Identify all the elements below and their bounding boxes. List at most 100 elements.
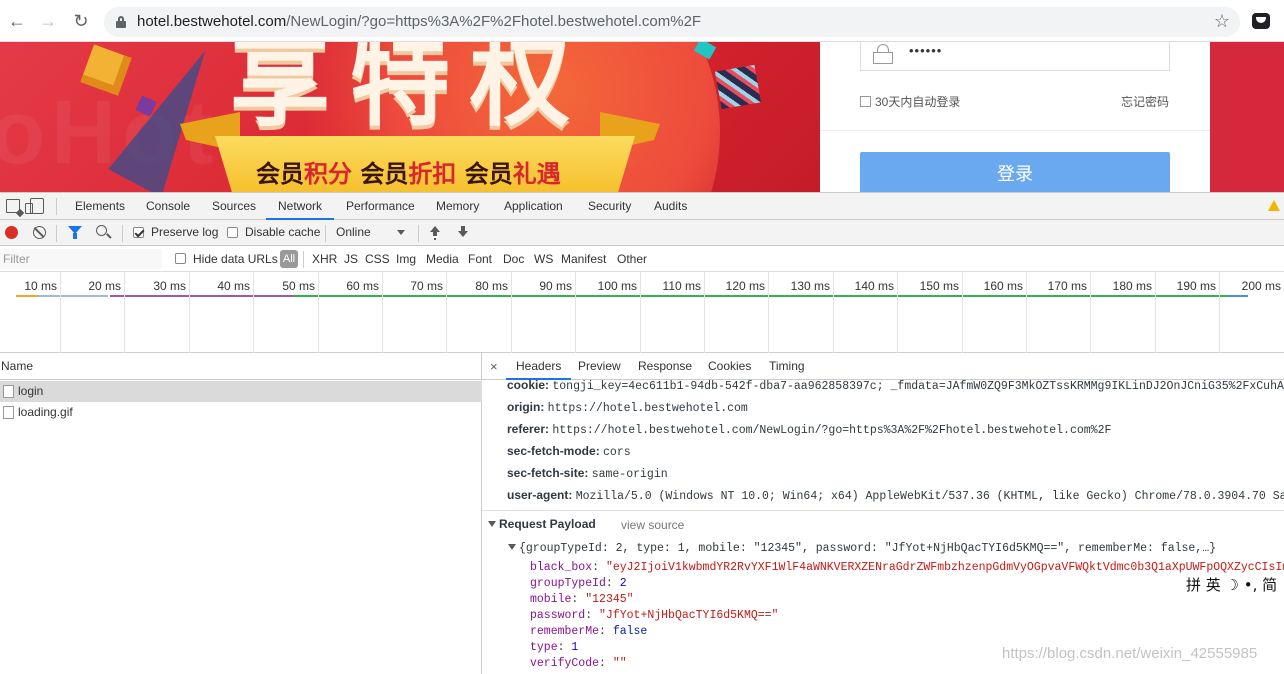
header-value: cors (603, 446, 631, 459)
tab-memory[interactable]: Memory (436, 193, 479, 220)
payload-colon: : (592, 561, 606, 574)
filter-js[interactable]: JS (344, 252, 358, 266)
throttle-select[interactable]: Online (336, 225, 371, 239)
close-icon[interactable]: × (490, 359, 498, 374)
clear-icon[interactable] (33, 226, 46, 239)
name-column-header[interactable]: Name (0, 353, 482, 380)
tab-response[interactable]: Response (638, 353, 692, 380)
preserve-log-checkbox[interactable] (133, 227, 144, 238)
remember-me-checkbox[interactable]: 30天内自动登录 (860, 93, 960, 110)
timeline-gridline (60, 272, 61, 353)
checkbox[interactable] (860, 96, 871, 107)
timeline-gridline (962, 272, 963, 353)
tab-elements[interactable]: Elements (75, 193, 125, 220)
network-timeline-overview[interactable]: 10 ms 20 ms 30 ms 40 ms 50 ms 60 ms 70 ms 80 ms… (0, 272, 1284, 353)
tab-audits[interactable]: Audits (654, 193, 687, 220)
tab-preview[interactable]: Preview (578, 353, 621, 380)
payload-key: password (530, 609, 586, 622)
payload-key: groupTypeId (530, 577, 606, 590)
timeline-gridline (640, 272, 641, 353)
device-toolbar-icon[interactable] (25, 198, 44, 214)
filter-doc[interactable]: Doc (503, 252, 524, 266)
url-text[interactable]: hotel.bestwehotel.com/NewLogin/?go=https… (137, 13, 701, 30)
filter-input[interactable]: Filter (0, 249, 162, 269)
payload-value: "JfYot+NjHbQacTYI6d5KMQ==" (599, 609, 779, 622)
address-bar[interactable]: hotel.bestwehotel.com/NewLogin/?go=https… (104, 7, 1240, 37)
header-line: user-agent: Mozilla/5.0 (Windows NT 10.0… (507, 488, 1284, 503)
ime-toolbar[interactable]: 拼 英 ☽ •, 简 (1180, 574, 1284, 596)
request-row-loading-gif[interactable]: loading.gif (0, 402, 482, 423)
bookmark-star-icon[interactable]: ☆ (1214, 11, 1230, 32)
payload-summary[interactable]: {groupTypeId: 2, type: 1, mobile: "12345… (508, 542, 1216, 555)
payload-key: rememberMe (530, 625, 600, 638)
timeline-tick-label: 60 ms (346, 279, 379, 293)
filter-img[interactable]: Img (396, 252, 416, 266)
tab-cookies[interactable]: Cookies (708, 353, 751, 380)
export-har-icon[interactable] (458, 226, 468, 239)
search-icon[interactable] (96, 225, 107, 236)
tab-sources[interactable]: Sources (212, 193, 256, 220)
filter-css[interactable]: CSS (365, 252, 390, 266)
disable-cache-checkbox[interactable] (227, 227, 238, 238)
back-button[interactable]: ← (5, 9, 29, 33)
timeline-bar-stalled (38, 295, 108, 297)
chevron-down-icon[interactable] (397, 230, 405, 235)
promo-banner: oHot 享特权 会员积分 会员折扣 会员礼遇 (0, 42, 820, 192)
import-har-icon[interactable] (430, 226, 440, 239)
filter-icon[interactable] (68, 226, 82, 239)
timeline-tick-label: 190 ms (1176, 279, 1216, 293)
banner-title: 享特权 (230, 42, 590, 140)
banner-cube-striped (715, 64, 761, 110)
forgot-password-link[interactable]: 忘记密码 (1121, 93, 1169, 110)
reload-button[interactable]: ↻ (69, 9, 93, 33)
preserve-log-label: Preserve log (151, 225, 219, 239)
filter-all-button[interactable]: All (280, 250, 298, 268)
tab-headers[interactable]: Headers (506, 353, 572, 380)
filter-font[interactable]: Font (468, 252, 492, 266)
timeline-gridline (768, 272, 769, 353)
password-field[interactable]: •••••• (860, 42, 1170, 71)
payload-summary-text: {groupTypeId: 2, type: 1, mobile: "12345… (519, 542, 1217, 555)
payload-key: mobile (530, 593, 572, 606)
tab-security[interactable]: Security (588, 193, 631, 220)
warning-icon[interactable] (1268, 200, 1280, 211)
request-row-login[interactable]: login (0, 381, 482, 402)
filter-xhr[interactable]: XHR (312, 252, 337, 266)
slogan-part: 会员 (456, 160, 513, 188)
timeline-gridline (382, 272, 383, 353)
payload-value: "" (612, 657, 627, 670)
tab-network[interactable]: Network (266, 193, 335, 220)
header-key: user-agent: (507, 488, 573, 502)
payload-colon: : (605, 577, 620, 590)
tab-console[interactable]: Console (146, 193, 190, 220)
tab-timing[interactable]: Timing (769, 353, 805, 380)
payload-title: Request Payload (499, 517, 596, 531)
header-value: tongji_key=4ec611b1-94db-542f-dba7-aa962… (552, 380, 1284, 393)
header-line: sec-fetch-mode: cors (507, 444, 631, 459)
extension-icon[interactable] (1252, 13, 1270, 29)
payload-colon: : (557, 641, 572, 654)
payload-field: mobile: "12345" (530, 593, 634, 606)
timeline-gridline (833, 272, 834, 353)
record-icon[interactable] (5, 226, 18, 239)
filter-other[interactable]: Other (617, 252, 647, 266)
tab-performance[interactable]: Performance (346, 193, 415, 220)
timeline-tick-label: 120 ms (725, 279, 765, 293)
tab-application[interactable]: Application (504, 193, 563, 220)
hide-data-urls-checkbox[interactable] (175, 253, 186, 264)
separator (122, 225, 123, 242)
login-button[interactable]: 登录 (860, 152, 1170, 192)
timeline-tick-label: 180 ms (1112, 279, 1152, 293)
inspect-element-icon[interactable] (6, 199, 20, 213)
slogan-highlight: 折扣 (408, 160, 457, 188)
header-value: same-origin (591, 468, 668, 481)
forward-button[interactable]: → (36, 9, 60, 33)
filter-manifest[interactable]: Manifest (561, 252, 606, 266)
filter-ws[interactable]: WS (534, 252, 553, 266)
view-source-link[interactable]: view source (621, 518, 684, 532)
request-payload-section[interactable]: Request Payload (488, 517, 596, 531)
payload-value: 2 (619, 577, 627, 590)
filter-media[interactable]: Media (426, 252, 459, 266)
request-name: loading.gif (18, 405, 73, 419)
triangle-down-icon (508, 544, 516, 550)
